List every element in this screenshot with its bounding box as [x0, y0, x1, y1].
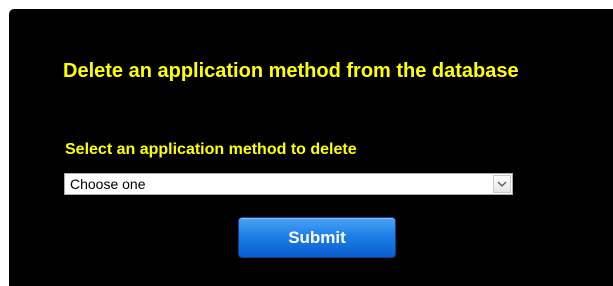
chevron-down-icon[interactable]: [493, 175, 511, 193]
application-method-select[interactable]: Choose one: [64, 173, 513, 195]
page-title: Delete an application method from the da…: [63, 60, 519, 82]
submit-button[interactable]: Submit: [238, 217, 396, 258]
form-panel: Delete an application method from the da…: [9, 9, 613, 286]
select-value: Choose one: [70, 176, 146, 192]
select-label: Select an application method to delete: [65, 141, 357, 158]
